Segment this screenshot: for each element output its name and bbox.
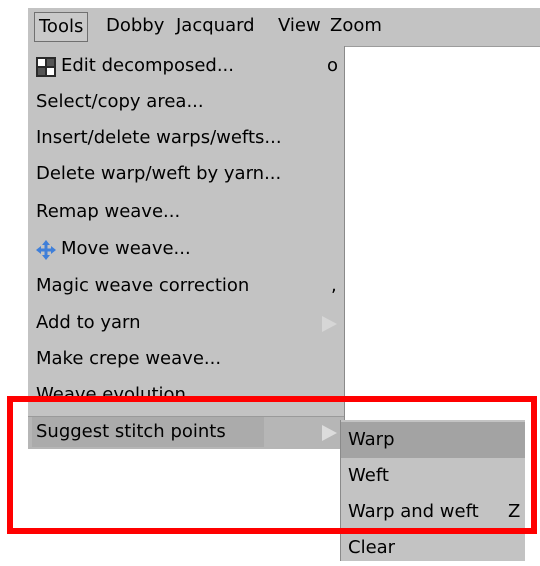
menu-item-label: Remap weave... bbox=[36, 201, 181, 222]
menu-item-insert-delete-warps-wefts[interactable]: Insert/delete warps/wefts... bbox=[28, 120, 344, 156]
menu-item-magic-weave-correction[interactable]: Magic weave correction , bbox=[28, 268, 344, 304]
menu-item-move-weave[interactable]: Move weave... bbox=[28, 231, 344, 267]
menu-item-delete-warp-weft-by-yarn[interactable]: Delete warp/weft by yarn... bbox=[28, 156, 344, 192]
menu-item-label: Weave evolution... bbox=[36, 384, 204, 397]
menu-item-label: Weft bbox=[348, 465, 389, 486]
menu-jacquard[interactable]: Jacquard bbox=[172, 12, 259, 40]
menu-item-make-crepe-weave[interactable]: Make crepe weave... bbox=[28, 341, 344, 377]
tools-dropdown-menu: Edit decomposed... o Select/copy area...… bbox=[28, 46, 345, 449]
submenu-item-warp[interactable]: Warp bbox=[341, 422, 525, 458]
menu-item-label: Magic weave correction bbox=[36, 275, 250, 296]
menu-zoom[interactable]: Zoom bbox=[326, 12, 386, 40]
menu-item-label: Warp and weft bbox=[348, 501, 479, 522]
shortcut-label: o bbox=[327, 55, 339, 76]
menu-item-label: Make crepe weave... bbox=[36, 348, 222, 369]
shortcut-label: , bbox=[331, 275, 337, 296]
menu-item-remap-weave[interactable]: Remap weave... bbox=[28, 194, 344, 230]
menu-bar: Tools Dobby Jacquard View Zoom bbox=[28, 8, 540, 47]
menu-view[interactable]: View bbox=[274, 12, 325, 40]
submenu-item-weft[interactable]: Weft bbox=[341, 458, 525, 494]
menu-item-select-copy-area[interactable]: Select/copy area... bbox=[28, 84, 344, 120]
menu-item-label: Warp bbox=[348, 429, 395, 450]
submenu-item-warp-and-weft[interactable]: Warp and weft Z bbox=[341, 494, 525, 530]
menu-item-weave-evolution[interactable]: Weave evolution... bbox=[28, 377, 344, 397]
suggest-stitch-points-submenu: Warp Weft Warp and weft Z Clear bbox=[340, 420, 525, 561]
menu-item-label: Add to yarn bbox=[36, 312, 141, 333]
move-arrows-icon bbox=[36, 240, 56, 260]
menu-item-edit-decomposed[interactable]: Edit decomposed... o bbox=[28, 48, 344, 84]
shortcut-label: Z bbox=[508, 501, 521, 522]
menu-item-label: Select/copy area... bbox=[36, 91, 204, 112]
menu-item-label: Delete warp/weft by yarn... bbox=[36, 163, 282, 184]
menu-item-label: Insert/delete warps/wefts... bbox=[36, 127, 282, 148]
menu-item-label: Edit decomposed... bbox=[61, 55, 235, 76]
menu-dobby[interactable]: Dobby bbox=[102, 12, 168, 40]
submenu-arrow-icon bbox=[322, 425, 337, 441]
menu-item-label: Suggest stitch points bbox=[36, 421, 226, 442]
menu-item-suggest-stitch-points[interactable]: Suggest stitch points bbox=[28, 416, 344, 449]
menu-item-add-to-yarn[interactable]: Add to yarn bbox=[28, 305, 344, 341]
menu-tools[interactable]: Tools bbox=[34, 12, 89, 42]
checkerboard-icon bbox=[36, 57, 56, 77]
menu-item-label: Move weave... bbox=[61, 238, 191, 259]
submenu-arrow-icon bbox=[322, 316, 337, 332]
